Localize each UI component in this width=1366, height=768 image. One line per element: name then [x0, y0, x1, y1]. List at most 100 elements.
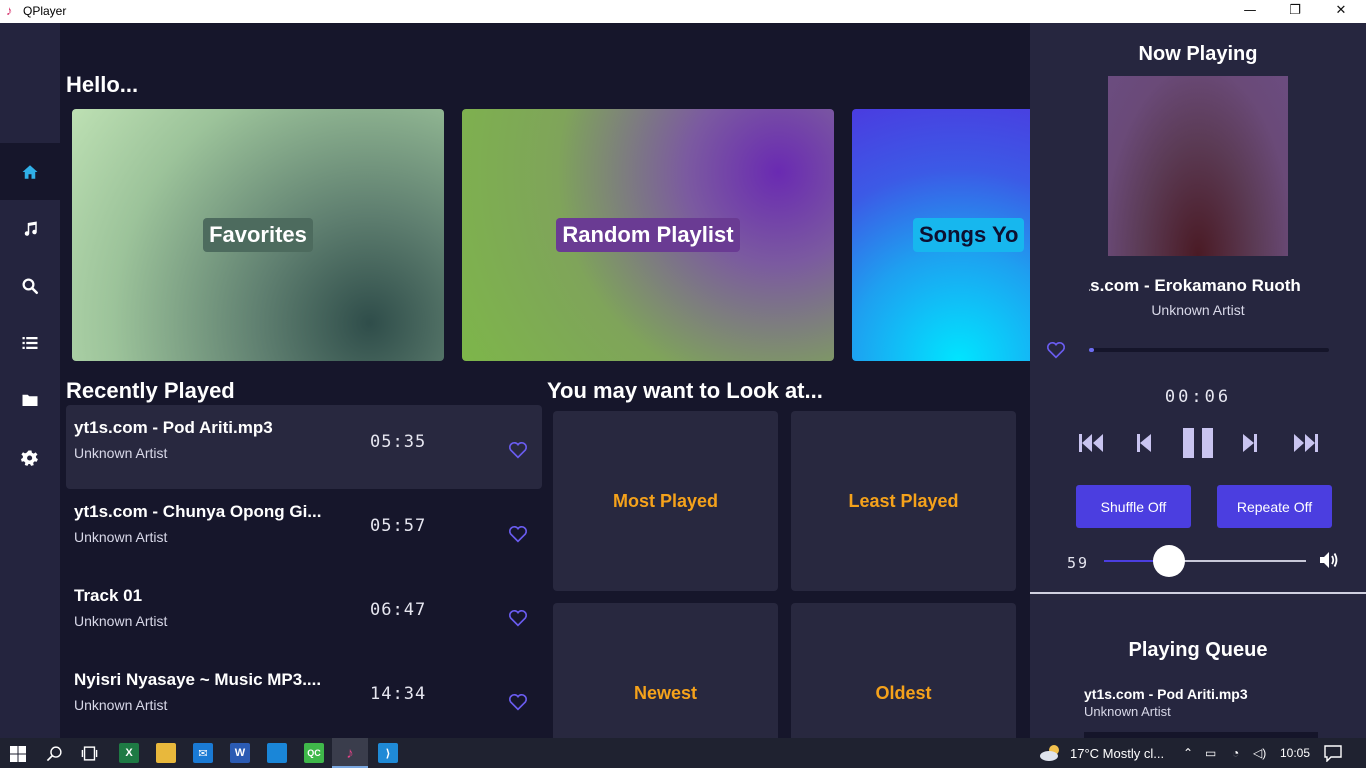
sidebar-item-search[interactable]: [0, 257, 60, 314]
least-played-tile[interactable]: Least Played: [791, 411, 1016, 591]
wifi-icon[interactable]: ◔: [1232, 746, 1239, 760]
song-artist: Unknown Artist: [74, 697, 168, 713]
tile-label: Newest: [633, 682, 698, 703]
pause-icon: [1183, 428, 1213, 458]
next-icon: [1243, 434, 1257, 452]
song-duration: 05:57: [370, 516, 427, 536]
random-playlist-card[interactable]: Random Playlist: [462, 109, 834, 361]
heart-icon[interactable]: [508, 609, 528, 627]
track-title-text: t1s.com - Erokamano Ruoth: [1089, 276, 1301, 295]
heart-icon[interactable]: [508, 525, 528, 543]
clock[interactable]: 10:05: [1280, 746, 1310, 760]
file-explorer-icon[interactable]: [156, 743, 176, 763]
search-icon: [22, 278, 39, 294]
card-label: Favorites: [203, 218, 313, 252]
windows-start-icon[interactable]: [10, 746, 26, 762]
skip-to-start-button[interactable]: [1077, 427, 1105, 459]
queue-item-artist: Unknown Artist: [1084, 704, 1171, 719]
minimize-button[interactable]: —: [1227, 0, 1273, 23]
song-artist: Unknown Artist: [74, 529, 168, 545]
song-row[interactable]: Track 01 Unknown Artist 06:47: [66, 573, 542, 657]
restore-button[interactable]: ❐: [1272, 0, 1318, 23]
previous-button[interactable]: [1134, 427, 1154, 459]
song-title: Nyisri Nyasaye ~ Music MP3....: [74, 670, 322, 689]
battery-icon[interactable]: ▭: [1205, 746, 1216, 760]
song-duration: 14:34: [370, 684, 427, 704]
card-label: Songs Yo: [913, 218, 1025, 252]
song-duration: 05:35: [370, 432, 427, 452]
store-icon[interactable]: [267, 743, 287, 763]
now-playing-heading: Now Playing: [1138, 43, 1258, 65]
main-content: Hello... Favorites Random Playlist Songs…: [60, 23, 1030, 738]
excel-icon[interactable]: X: [119, 743, 139, 763]
song-row[interactable]: Nyisri Nyasaye ~ Music MP3.... Unknown A…: [66, 657, 542, 738]
playing-queue-heading: Playing Queue: [1128, 639, 1268, 661]
most-played-tile[interactable]: Most Played: [553, 411, 778, 591]
card-label: Random Playlist: [556, 218, 740, 252]
music-note-icon: [24, 221, 37, 236]
oldest-tile[interactable]: Oldest: [791, 603, 1016, 738]
songs-you-card[interactable]: Songs Yo: [852, 109, 1030, 361]
vscode-icon[interactable]: ⟩: [378, 743, 398, 763]
song-duration: 06:47: [370, 600, 427, 620]
newest-tile[interactable]: Newest: [553, 603, 778, 738]
track-artist: Unknown Artist: [1151, 302, 1245, 318]
heart-icon[interactable]: [1046, 341, 1066, 359]
fast-forward-icon: [1294, 434, 1318, 452]
song-title: Track 01: [74, 586, 143, 605]
volume-slider-handle[interactable]: [1152, 545, 1185, 577]
sidebar-item-folders[interactable]: [0, 371, 60, 428]
notification-icon[interactable]: [1324, 745, 1342, 762]
favorites-card[interactable]: Favorites: [72, 109, 444, 361]
volume-slider[interactable]: [1104, 560, 1306, 562]
sidebar-item-home[interactable]: [0, 143, 60, 200]
panel-divider: [1030, 592, 1366, 594]
elapsed-time: 00:06: [1164, 387, 1232, 407]
pause-button[interactable]: [1181, 427, 1215, 459]
song-row[interactable]: yt1s.com - Chunya Opong Gi... Unknown Ar…: [66, 489, 542, 573]
close-button[interactable]: ✕: [1318, 0, 1364, 23]
speaker-icon[interactable]: ◁): [1253, 746, 1266, 760]
list-icon: [22, 336, 38, 349]
previous-icon: [1137, 434, 1151, 452]
weather-text[interactable]: 17°C Mostly cl...: [1070, 746, 1164, 761]
tile-label: Oldest: [875, 682, 932, 703]
word-icon[interactable]: W: [230, 743, 250, 763]
album-art: [1108, 76, 1288, 256]
seek-bar-fill: [1089, 348, 1094, 352]
next-button[interactable]: [1240, 427, 1260, 459]
sidebar-item-settings[interactable]: [0, 429, 60, 486]
song-artist: Unknown Artist: [74, 613, 168, 629]
song-artist: Unknown Artist: [74, 445, 168, 461]
sidebar-item-playlists[interactable]: [0, 314, 60, 371]
search-icon[interactable]: [46, 745, 63, 762]
taskbar: X ✉ W QC ♪ ⟩ 17°C Mostly cl... ⌃ ▭ ◔ ◁) …: [0, 738, 1366, 768]
repeat-button[interactable]: Repeate Off: [1217, 485, 1332, 528]
mail-icon[interactable]: ✉: [193, 743, 213, 763]
track-title: t1s.com - Erokamano Ruoth: [1089, 276, 1307, 296]
seek-bar[interactable]: [1089, 348, 1329, 352]
greeting-heading: Hello...: [66, 72, 139, 97]
window-title: QPlayer: [23, 4, 67, 18]
chevron-up-icon[interactable]: ⌃: [1183, 746, 1193, 760]
fast-rewind-icon: [1079, 434, 1103, 452]
qc-icon[interactable]: QC: [304, 743, 324, 763]
song-title: yt1s.com - Chunya Opong Gi...: [74, 502, 322, 521]
qplayer-icon[interactable]: ♪: [340, 743, 360, 763]
tile-label: Least Played: [848, 490, 959, 511]
sidebar-item-songs[interactable]: [0, 200, 60, 257]
skip-to-end-button[interactable]: [1292, 427, 1320, 459]
tile-label: Most Played: [612, 490, 719, 511]
queue-item-title[interactable]: yt1s.com - Pod Ariti.mp3: [1084, 686, 1248, 702]
song-row[interactable]: yt1s.com - Pod Ariti.mp3 Unknown Artist …: [66, 405, 542, 489]
weather-icon[interactable]: [1039, 744, 1063, 762]
song-title: yt1s.com - Pod Ariti.mp3: [74, 418, 273, 437]
heart-icon[interactable]: [508, 693, 528, 711]
volume-icon[interactable]: [1319, 551, 1339, 569]
task-view-icon[interactable]: [81, 745, 98, 762]
volume-value: 59: [1067, 554, 1090, 572]
heart-icon[interactable]: [508, 441, 528, 459]
title-bar: ♪ QPlayer — ❐ ✕: [0, 0, 1366, 23]
shuffle-button[interactable]: Shuffle Off: [1076, 485, 1191, 528]
recently-played-heading: Recently Played: [66, 378, 235, 403]
